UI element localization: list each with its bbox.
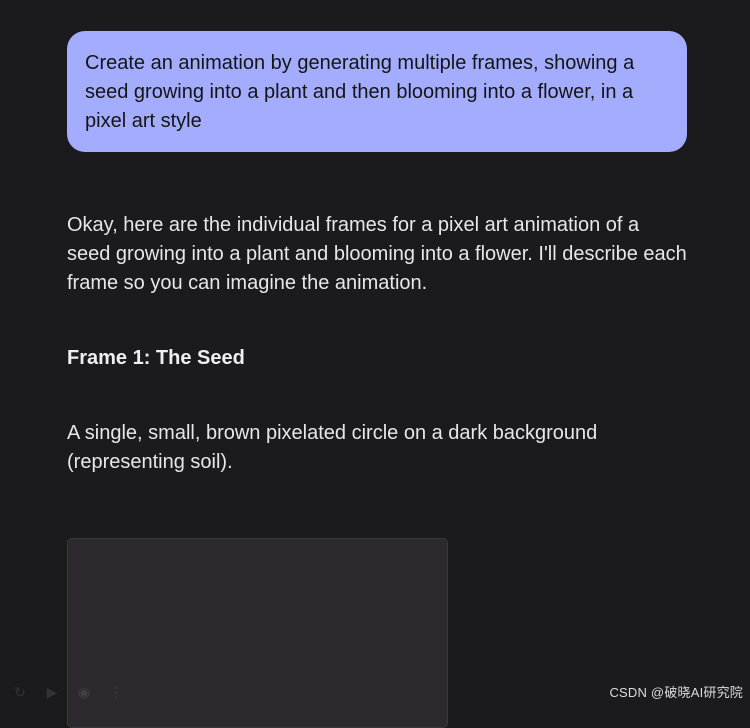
response-intro-text: Okay, here are the individual frames for… [67, 214, 687, 294]
user-prompt-bubble: Create an animation by generating multip… [67, 31, 687, 152]
generated-image-frame-1[interactable] [67, 538, 448, 728]
more-icon: ⋮ [109, 684, 123, 700]
watermark-text: CSDN @破晓AI研究院 [609, 685, 743, 700]
frame-1-heading: Frame 1: The Seed [67, 347, 245, 369]
chat-conversation: Create an animation by generating multip… [0, 0, 750, 728]
replay-icon: ↻ [14, 684, 26, 700]
assistant-response: Okay, here are the individual frames for… [67, 211, 687, 477]
share-icon: ◉ [77, 684, 91, 700]
media-controls-overlay: ↻ ▶ ◉ ⋮ [12, 685, 124, 699]
frame-1-description: A single, small, brown pixelated circle … [67, 422, 598, 473]
play-icon: ▶ [46, 684, 58, 700]
